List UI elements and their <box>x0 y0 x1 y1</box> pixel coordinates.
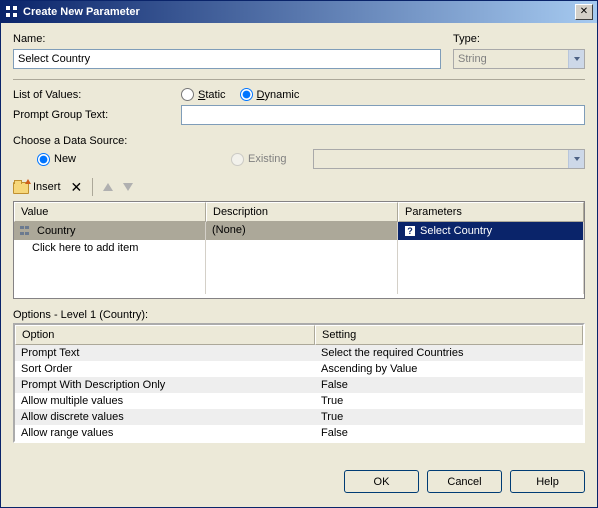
col-value[interactable]: Value <box>14 202 206 222</box>
radio-static[interactable]: Static <box>181 88 226 101</box>
delete-button[interactable]: ✕ <box>71 179 83 196</box>
col-setting[interactable]: Setting <box>315 325 583 345</box>
option-row[interactable]: Prompt With Description OnlyFalse <box>15 377 583 393</box>
existing-select <box>313 149 585 169</box>
col-description[interactable]: Description <box>206 202 398 222</box>
values-grid: Value Description Parameters Country (No… <box>13 201 585 299</box>
close-button[interactable]: ✕ <box>575 4 593 20</box>
insert-icon <box>13 180 29 194</box>
option-row[interactable]: Allow discrete valuesTrue <box>15 409 583 425</box>
help-button[interactable]: Help <box>510 470 585 493</box>
move-up-button[interactable] <box>103 183 113 191</box>
prompt-group-label: Prompt Group Text: <box>13 109 108 121</box>
titlebar: Create New Parameter ✕ <box>1 1 597 23</box>
type-value: String <box>458 53 487 65</box>
grid-header: Value Description Parameters <box>14 202 584 222</box>
field-icon <box>20 226 32 236</box>
chevron-down-icon <box>568 150 584 168</box>
ok-button[interactable]: OK <box>344 470 419 493</box>
list-of-values-label: List of Values: <box>13 89 81 101</box>
radio-existing: Existing <box>231 153 299 166</box>
type-label: Type: <box>453 33 480 45</box>
name-input[interactable] <box>13 49 441 69</box>
chevron-down-icon <box>568 50 584 68</box>
options-title: Options - Level 1 (Country): <box>13 309 148 321</box>
add-item-row[interactable]: Click here to add item <box>14 240 584 258</box>
titlebar-text: Create New Parameter <box>23 6 575 18</box>
data-source-label: Choose a Data Source: <box>13 135 127 147</box>
app-icon <box>5 5 19 19</box>
type-select: String <box>453 49 585 69</box>
option-row[interactable]: Allow range valuesFalse <box>15 425 583 441</box>
separator <box>13 79 585 80</box>
col-option[interactable]: Option <box>15 325 315 345</box>
create-parameter-dialog: Create New Parameter ✕ Name: Type: Strin… <box>0 0 598 508</box>
option-row[interactable]: Allow multiple valuesTrue <box>15 393 583 409</box>
option-row[interactable]: Sort OrderAscending by Value <box>15 361 583 377</box>
radio-new[interactable]: New <box>37 153 217 166</box>
col-parameters[interactable]: Parameters <box>398 202 584 222</box>
options-grid: Option Setting Prompt TextSelect the req… <box>13 323 585 443</box>
prompt-group-input[interactable] <box>181 105 585 125</box>
move-down-button[interactable] <box>123 183 133 191</box>
dialog-footer: OK Cancel Help <box>1 456 597 507</box>
name-label: Name: <box>13 33 45 45</box>
option-row[interactable]: Prompt TextSelect the required Countries <box>15 345 583 361</box>
parameter-icon: ? <box>404 225 416 237</box>
toolbar-divider <box>92 178 93 196</box>
cancel-button[interactable]: Cancel <box>427 470 502 493</box>
radio-dynamic[interactable]: Dynamic <box>240 88 300 101</box>
insert-button[interactable]: Insert <box>13 180 61 194</box>
grid-toolbar: Insert ✕ <box>13 175 585 199</box>
table-row[interactable]: Country (None) ? Select Country <box>14 222 584 240</box>
